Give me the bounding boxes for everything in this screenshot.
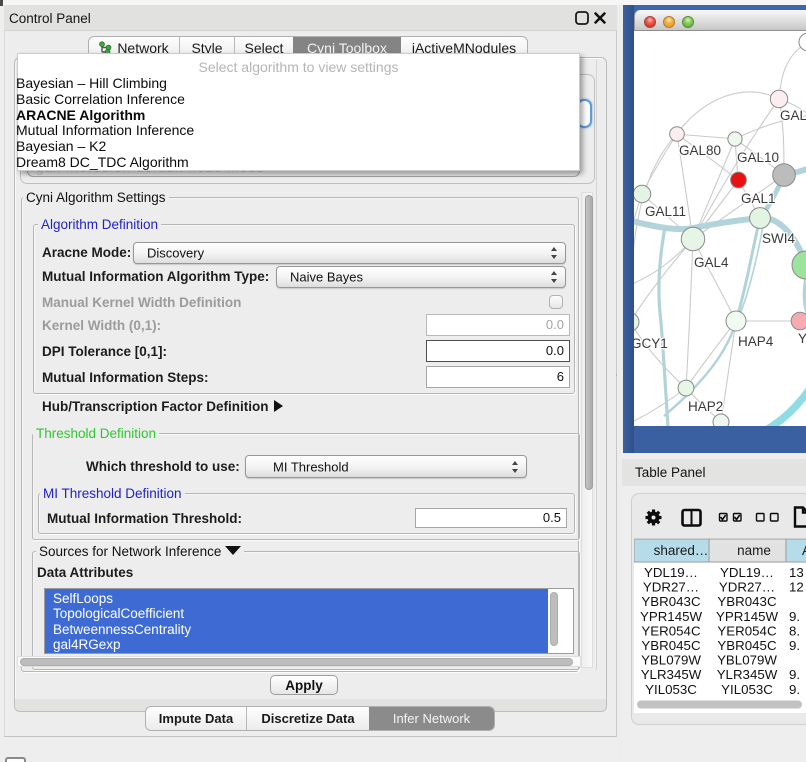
- svg-text:GAL7: GAL7: [780, 108, 806, 123]
- svg-text:9.: 9.: [789, 609, 800, 624]
- svg-text:YBR043C: YBR043C: [641, 594, 701, 609]
- svg-text:YDR27…: YDR27…: [719, 580, 775, 595]
- svg-text:GAL10: GAL10: [737, 150, 779, 165]
- svg-text:GAL11: GAL11: [645, 204, 686, 219]
- svg-text:YDL19…: YDL19…: [644, 565, 698, 580]
- svg-text:YBR043C: YBR043C: [717, 594, 777, 609]
- svg-text:YBL079W: YBL079W: [641, 653, 701, 668]
- svg-text:SWI4: SWI4: [762, 231, 795, 246]
- svg-text:GAL80: GAL80: [679, 143, 721, 158]
- svg-text:Y: Y: [798, 331, 806, 346]
- svg-text:YER054C: YER054C: [641, 623, 701, 638]
- svg-text:GCY1: GCY1: [634, 336, 668, 351]
- svg-text:YDL19…: YDL19…: [720, 565, 774, 580]
- svg-text:8.: 8.: [789, 623, 800, 638]
- svg-text:13: 13: [789, 565, 804, 580]
- svg-text:9.: 9.: [789, 638, 800, 653]
- svg-text:name: name: [737, 543, 771, 558]
- svg-text:YPR145W: YPR145W: [716, 609, 779, 624]
- svg-text:HAP4: HAP4: [738, 334, 774, 349]
- svg-text:YLR345W: YLR345W: [641, 667, 702, 682]
- svg-text:YBL079W: YBL079W: [717, 653, 777, 668]
- svg-text:HAP2: HAP2: [688, 399, 723, 414]
- svg-text:Av: Av: [802, 543, 806, 558]
- svg-text:YPR145W: YPR145W: [640, 609, 703, 624]
- svg-text:9.: 9.: [789, 667, 800, 682]
- svg-text:YDR27…: YDR27…: [643, 580, 699, 595]
- svg-text:GAL4: GAL4: [694, 255, 729, 270]
- svg-text:YLR345W: YLR345W: [717, 667, 778, 682]
- svg-text:YER054C: YER054C: [717, 623, 777, 638]
- svg-text:GAL1: GAL1: [741, 191, 776, 206]
- svg-text:12: 12: [789, 580, 804, 595]
- svg-text:YBR045C: YBR045C: [641, 638, 701, 653]
- svg-text:shared…: shared…: [654, 543, 709, 558]
- svg-text:YBR045C: YBR045C: [717, 638, 777, 653]
